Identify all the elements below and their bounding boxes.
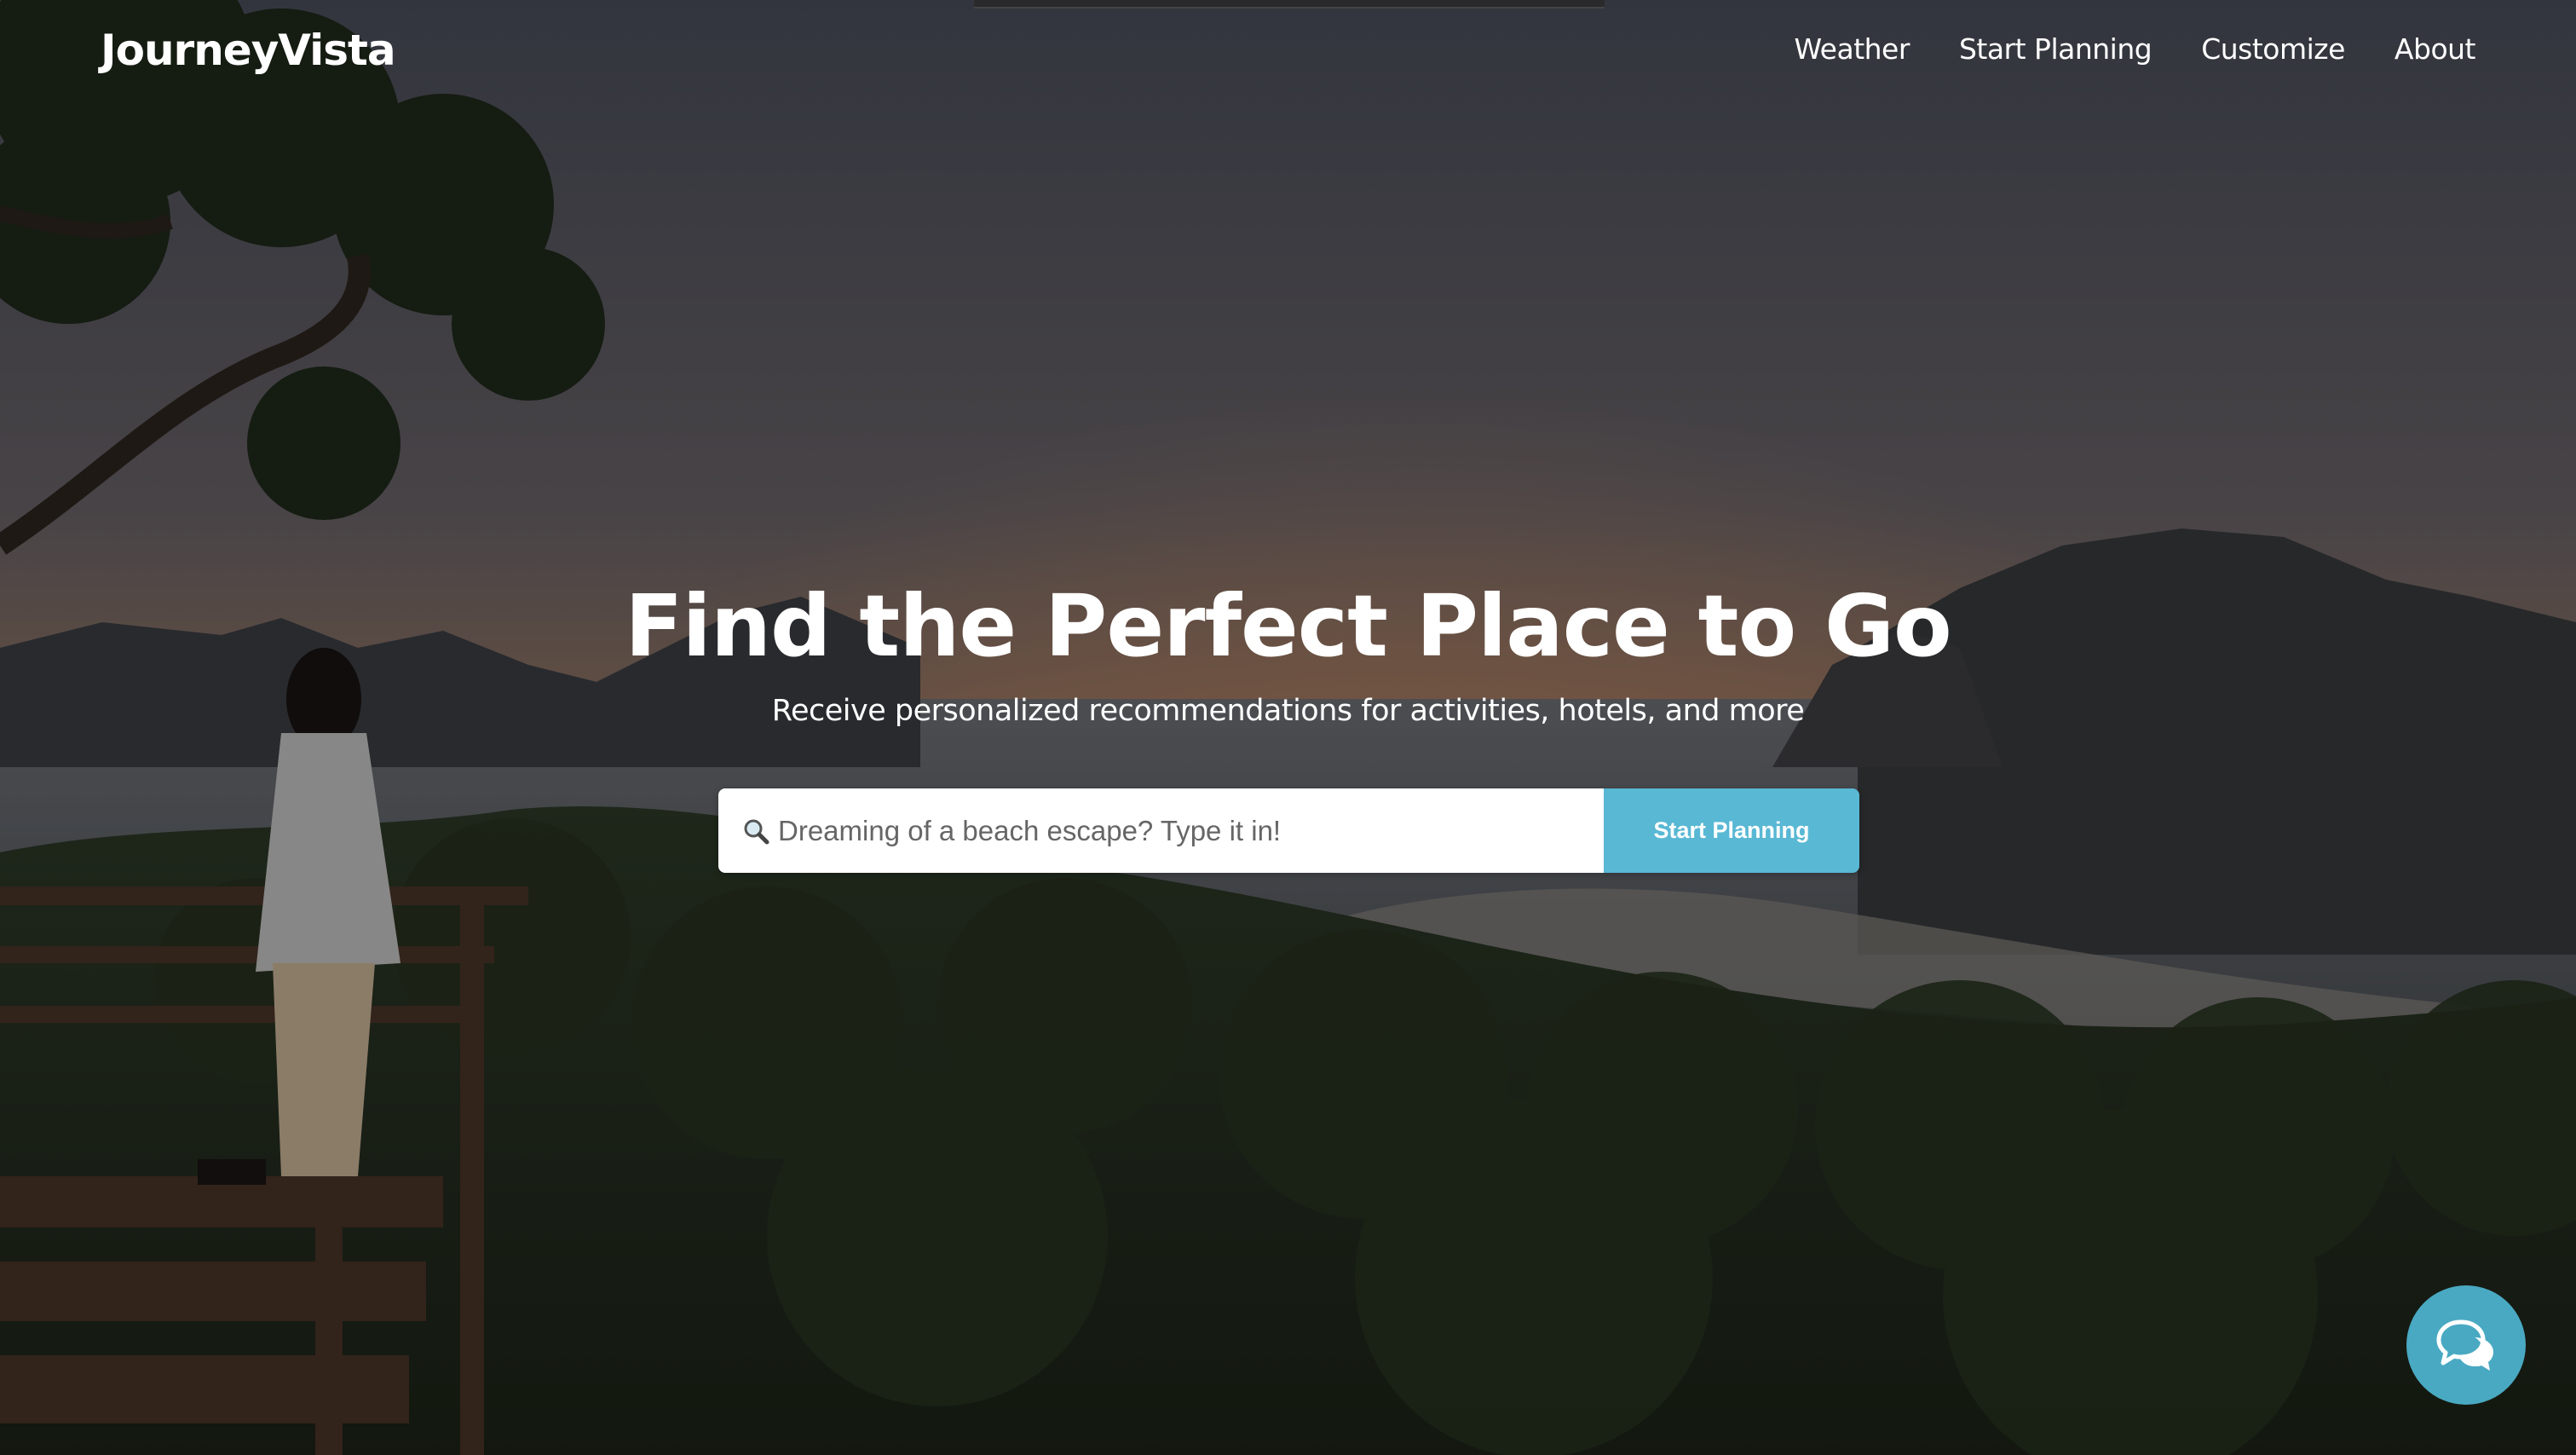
search-icon	[742, 817, 769, 845]
nav-link-customize[interactable]: Customize	[2201, 32, 2345, 66]
page: JourneyVista Weather Start Planning Cust…	[0, 0, 2576, 1455]
search-field	[718, 788, 1604, 873]
chat-button[interactable]	[2406, 1285, 2526, 1405]
nav-links: Weather Start Planning Customize About	[1794, 32, 2475, 66]
nav-link-about[interactable]: About	[2394, 32, 2476, 66]
nav-link-start-planning[interactable]: Start Planning	[1959, 32, 2152, 66]
nav-link-weather[interactable]: Weather	[1794, 32, 1910, 66]
hero-section: Find the Perfect Place to Go Receive per…	[0, 571, 2576, 728]
start-planning-button[interactable]: Start Planning	[1604, 788, 1859, 873]
brand-logo[interactable]: JourneyVista	[101, 26, 396, 75]
top-navigation: JourneyVista Weather Start Planning Cust…	[0, 0, 2576, 111]
search-bar: Start Planning	[718, 788, 1859, 873]
chat-bubbles-icon	[2436, 1319, 2493, 1371]
hero-subtitle: Receive personalized recommendations for…	[771, 694, 1805, 728]
hero-title: Find the Perfect Place to Go	[625, 576, 1952, 676]
search-input[interactable]	[718, 788, 1604, 873]
